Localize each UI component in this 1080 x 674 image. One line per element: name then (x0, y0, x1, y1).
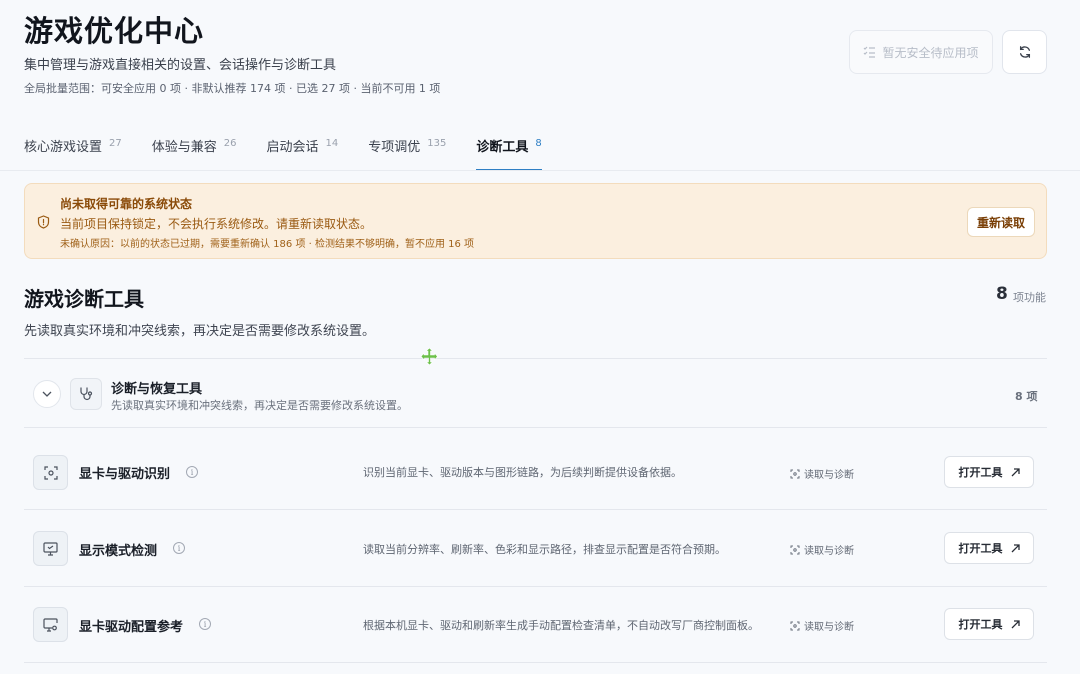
arrow-up-right-icon (1011, 543, 1020, 552)
tool-tag-label: 读取与诊断 (804, 546, 854, 557)
row-icon-box (33, 455, 68, 490)
tool-description: 根据本机显卡、驱动和刷新率生成手动配置检查清单，不自动改写厂商控制面板。 (363, 619, 759, 632)
scan-small-icon (790, 621, 800, 630)
divider (24, 358, 1047, 359)
tab-diagnostics[interactable]: 诊断工具 8 (476, 126, 542, 171)
tool-name: 显卡与驱动识别 (79, 467, 171, 482)
group-icon-box (70, 378, 102, 410)
divider (24, 427, 1047, 428)
tool-tag-label: 读取与诊断 (804, 622, 854, 633)
tab-label: 专项调优 (368, 140, 421, 155)
tab-count: 27 (109, 138, 122, 149)
collapse-group-button[interactable] (33, 380, 61, 408)
tool-description: 读取当前分辨率、刷新率、色彩和显示路径，排查显示配置是否符合预期。 (363, 543, 726, 556)
tab-bar: 核心游戏设置 27 体验与兼容 26 启动会话 14 专项调优 135 诊断工具 8 (24, 126, 572, 171)
page-subtitle: 集中管理与游戏直接相关的设置、会话操作与诊断工具 (24, 58, 337, 73)
tab-label: 体验与兼容 (151, 140, 217, 155)
tab-label: 诊断工具 (476, 140, 529, 155)
scan-small-icon (790, 545, 800, 554)
section-count: 8 (996, 284, 1008, 304)
tab-count: 135 (427, 138, 447, 149)
divider (24, 662, 1047, 663)
scan-small-icon (790, 469, 800, 478)
open-tool-label: 打开工具 (958, 466, 1003, 479)
tool-description: 识别当前显卡、驱动版本与图形链路，为后续判断提供设备依据。 (363, 466, 682, 479)
tool-tag: 读取与诊断 (790, 618, 854, 633)
stethoscope-icon (80, 387, 93, 401)
tab-label: 核心游戏设置 (24, 140, 103, 155)
refresh-icon (1019, 46, 1030, 58)
row-icon-box (33, 531, 68, 566)
section-description: 先读取真实环境和冲突线索，再决定是否需要修改系统设置。 (24, 324, 376, 339)
info-icon[interactable]: i (173, 542, 185, 554)
tool-name: 显卡驱动配置参考 (79, 620, 184, 635)
tab-divider (0, 170, 1080, 171)
divider (24, 586, 1047, 587)
pending-apply-button[interactable]: 暂无安全待应用项 (849, 30, 993, 74)
open-tool-button[interactable]: 打开工具 (944, 456, 1034, 488)
scan-icon (43, 465, 58, 480)
tab-label: 启动会话 (266, 140, 319, 155)
group-title: 诊断与恢复工具 (111, 382, 203, 397)
group-description: 先读取真实环境和冲突线索，再决定是否需要修改系统设置。 (111, 399, 408, 412)
tab-launch-session[interactable]: 启动会话 14 (267, 126, 339, 171)
shield-alert-icon (37, 215, 50, 229)
row-icon-box (33, 607, 68, 642)
chevron-down-icon (42, 391, 52, 397)
tab-count: 14 (325, 138, 339, 149)
alert-title: 尚未取得可靠的系统状态 (60, 197, 193, 211)
move-cursor-icon (421, 348, 438, 365)
refresh-button[interactable] (1002, 30, 1047, 74)
monitor-icon (43, 541, 58, 556)
open-tool-label: 打开工具 (958, 618, 1003, 631)
monitor-settings-icon (43, 617, 58, 632)
group-count: 8 项 (1015, 390, 1038, 403)
section-count-label: 项功能 (1013, 291, 1046, 304)
info-icon[interactable]: i (199, 618, 211, 630)
tool-tag-label: 读取与诊断 (804, 470, 854, 481)
arrow-up-right-icon (1011, 619, 1020, 628)
alert-message: 当前项目保持锁定，不会执行系统修改。请重新读取状态。 (60, 217, 373, 231)
page-title: 游戏优化中心 (24, 14, 205, 48)
arrow-up-right-icon (1011, 467, 1020, 476)
open-tool-label: 打开工具 (958, 542, 1003, 555)
open-tool-button[interactable]: 打开工具 (944, 608, 1034, 640)
tab-count: 26 (223, 138, 237, 149)
status-alert: 尚未取得可靠的系统状态 当前项目保持锁定，不会执行系统修改。请重新读取状态。 未… (24, 183, 1047, 259)
open-tool-button[interactable]: 打开工具 (944, 532, 1034, 564)
section-title: 游戏诊断工具 (24, 287, 144, 311)
tool-name: 显示模式检测 (79, 544, 158, 559)
tab-count: 8 (535, 138, 542, 149)
checklist-icon (864, 46, 876, 58)
tab-core-settings[interactable]: 核心游戏设置 27 (24, 126, 122, 171)
tool-tag: 读取与诊断 (790, 542, 854, 557)
divider (24, 509, 1047, 510)
batch-scope-text: 全局批量范围：可安全应用 0 项 · 非默认推荐 174 项 · 已选 27 项… (24, 82, 441, 95)
tab-experience-compat[interactable]: 体验与兼容 26 (152, 126, 237, 171)
tab-special-tuning[interactable]: 专项调优 135 (368, 126, 446, 171)
alert-reason: 未确认原因：以前的状态已过期，需要重新确认 186 项 · 检测结果不够明确，暂… (60, 239, 475, 250)
info-icon[interactable]: i (186, 466, 198, 478)
pending-apply-label: 暂无安全待应用项 (882, 45, 979, 60)
reload-button[interactable]: 重新读取 (967, 207, 1035, 237)
tool-tag: 读取与诊断 (790, 466, 854, 481)
